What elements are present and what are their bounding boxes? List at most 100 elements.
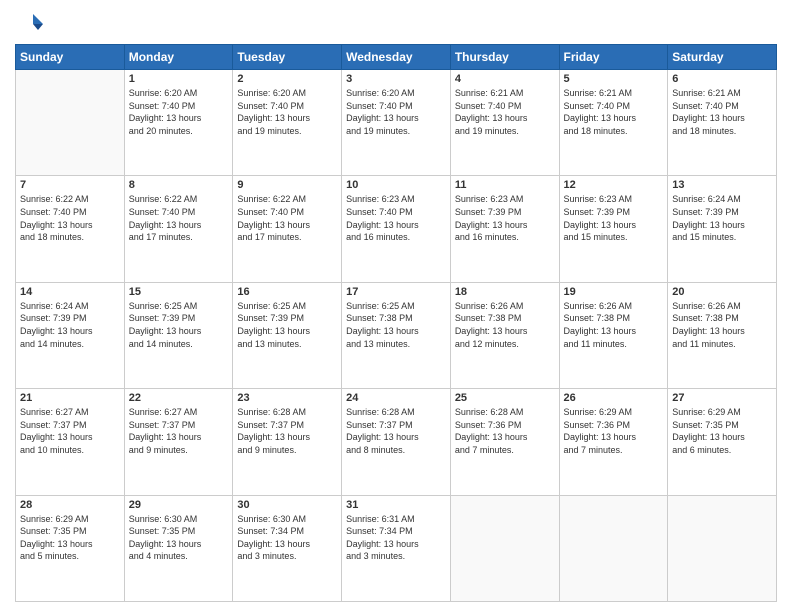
day-info: Sunrise: 6:22 AMSunset: 7:40 PMDaylight:…	[237, 193, 337, 243]
day-number: 26	[564, 392, 664, 404]
day-number: 19	[564, 286, 664, 298]
calendar-cell: 10 Sunrise: 6:23 AMSunset: 7:40 PMDayligh…	[342, 176, 451, 282]
calendar-cell: 26 Sunrise: 6:29 AMSunset: 7:36 PMDayligh…	[559, 389, 668, 495]
day-number: 12	[564, 179, 664, 191]
calendar-cell: 15 Sunrise: 6:25 AMSunset: 7:39 PMDayligh…	[124, 282, 233, 388]
week-row-0: 1 Sunrise: 6:20 AMSunset: 7:40 PMDaylight…	[16, 70, 777, 176]
day-info: Sunrise: 6:30 AMSunset: 7:35 PMDaylight:…	[129, 513, 229, 563]
day-info: Sunrise: 6:21 AMSunset: 7:40 PMDaylight:…	[564, 87, 664, 137]
week-row-3: 21 Sunrise: 6:27 AMSunset: 7:37 PMDayligh…	[16, 389, 777, 495]
day-number: 29	[129, 499, 229, 511]
day-number: 5	[564, 73, 664, 85]
calendar-cell: 31 Sunrise: 6:31 AMSunset: 7:34 PMDayligh…	[342, 495, 451, 601]
calendar-cell: 25 Sunrise: 6:28 AMSunset: 7:36 PMDayligh…	[450, 389, 559, 495]
day-number: 20	[672, 286, 772, 298]
calendar-cell: 13 Sunrise: 6:24 AMSunset: 7:39 PMDayligh…	[668, 176, 777, 282]
calendar-cell: 17 Sunrise: 6:25 AMSunset: 7:38 PMDayligh…	[342, 282, 451, 388]
day-number: 13	[672, 179, 772, 191]
day-number: 2	[237, 73, 337, 85]
calendar-cell: 14 Sunrise: 6:24 AMSunset: 7:39 PMDayligh…	[16, 282, 125, 388]
day-number: 1	[129, 73, 229, 85]
calendar-cell: 23 Sunrise: 6:28 AMSunset: 7:37 PMDayligh…	[233, 389, 342, 495]
week-row-1: 7 Sunrise: 6:22 AMSunset: 7:40 PMDaylight…	[16, 176, 777, 282]
calendar-cell: 6Sunrise: 6:21 AMSunset: 7:40 PMDaylight…	[668, 70, 777, 176]
calendar-cell: 3 Sunrise: 6:20 AMSunset: 7:40 PMDaylight…	[342, 70, 451, 176]
day-number: 14	[20, 286, 120, 298]
weekday-header-row: SundayMondayTuesdayWednesdayThursdayFrid…	[16, 45, 777, 70]
day-info: Sunrise: 6:27 AMSunset: 7:37 PMDaylight:…	[129, 406, 229, 456]
weekday-header-sunday: Sunday	[16, 45, 125, 70]
day-info: Sunrise: 6:20 AMSunset: 7:40 PMDaylight:…	[346, 87, 446, 137]
calendar-cell: 7 Sunrise: 6:22 AMSunset: 7:40 PMDaylight…	[16, 176, 125, 282]
day-info: Sunrise: 6:25 AMSunset: 7:39 PMDaylight:…	[237, 300, 337, 350]
day-number: 11	[455, 179, 555, 191]
day-number: 8	[129, 179, 229, 191]
calendar-cell: 21Sunrise: 6:27 AMSunset: 7:37 PMDayligh…	[16, 389, 125, 495]
day-info: Sunrise: 6:26 AMSunset: 7:38 PMDaylight:…	[455, 300, 555, 350]
day-number: 25	[455, 392, 555, 404]
day-number: 28	[20, 499, 120, 511]
day-number: 17	[346, 286, 446, 298]
day-number: 21	[20, 392, 120, 404]
day-number: 30	[237, 499, 337, 511]
day-number: 23	[237, 392, 337, 404]
weekday-header-friday: Friday	[559, 45, 668, 70]
day-number: 9	[237, 179, 337, 191]
day-info: Sunrise: 6:25 AMSunset: 7:39 PMDaylight:…	[129, 300, 229, 350]
calendar-cell: 11Sunrise: 6:23 AMSunset: 7:39 PMDayligh…	[450, 176, 559, 282]
calendar-cell	[668, 495, 777, 601]
day-info: Sunrise: 6:21 AMSunset: 7:40 PMDaylight:…	[672, 87, 772, 137]
day-info: Sunrise: 6:24 AMSunset: 7:39 PMDaylight:…	[672, 193, 772, 243]
day-number: 7	[20, 179, 120, 191]
day-number: 3	[346, 73, 446, 85]
day-info: Sunrise: 6:28 AMSunset: 7:37 PMDaylight:…	[237, 406, 337, 456]
day-number: 10	[346, 179, 446, 191]
day-info: Sunrise: 6:23 AMSunset: 7:40 PMDaylight:…	[346, 193, 446, 243]
day-info: Sunrise: 6:28 AMSunset: 7:36 PMDaylight:…	[455, 406, 555, 456]
day-info: Sunrise: 6:20 AMSunset: 7:40 PMDaylight:…	[129, 87, 229, 137]
weekday-header-tuesday: Tuesday	[233, 45, 342, 70]
weekday-header-saturday: Saturday	[668, 45, 777, 70]
weekday-header-thursday: Thursday	[450, 45, 559, 70]
weekday-header-monday: Monday	[124, 45, 233, 70]
day-info: Sunrise: 6:29 AMSunset: 7:36 PMDaylight:…	[564, 406, 664, 456]
calendar-cell: 18Sunrise: 6:26 AMSunset: 7:38 PMDayligh…	[450, 282, 559, 388]
calendar-cell: 28 Sunrise: 6:29 AMSunset: 7:35 PMDayligh…	[16, 495, 125, 601]
header	[15, 10, 777, 38]
day-info: Sunrise: 6:25 AMSunset: 7:38 PMDaylight:…	[346, 300, 446, 350]
day-info: Sunrise: 6:29 AMSunset: 7:35 PMDaylight:…	[20, 513, 120, 563]
day-info: Sunrise: 6:30 AMSunset: 7:34 PMDaylight:…	[237, 513, 337, 563]
calendar-cell: 22Sunrise: 6:27 AMSunset: 7:37 PMDayligh…	[124, 389, 233, 495]
page: SundayMondayTuesdayWednesdayThursdayFrid…	[0, 0, 792, 612]
logo-icon	[15, 10, 43, 38]
day-info: Sunrise: 6:28 AMSunset: 7:37 PMDaylight:…	[346, 406, 446, 456]
day-info: Sunrise: 6:26 AMSunset: 7:38 PMDaylight:…	[564, 300, 664, 350]
calendar-cell: 5 Sunrise: 6:21 AMSunset: 7:40 PMDaylight…	[559, 70, 668, 176]
calendar-cell: 9 Sunrise: 6:22 AMSunset: 7:40 PMDaylight…	[233, 176, 342, 282]
day-info: Sunrise: 6:24 AMSunset: 7:39 PMDaylight:…	[20, 300, 120, 350]
day-number: 16	[237, 286, 337, 298]
calendar-cell: 19 Sunrise: 6:26 AMSunset: 7:38 PMDayligh…	[559, 282, 668, 388]
logo	[15, 10, 47, 38]
calendar-table: SundayMondayTuesdayWednesdayThursdayFrid…	[15, 44, 777, 602]
calendar-cell: 20 Sunrise: 6:26 AMSunset: 7:38 PMDayligh…	[668, 282, 777, 388]
day-info: Sunrise: 6:22 AMSunset: 7:40 PMDaylight:…	[20, 193, 120, 243]
calendar-cell: 24Sunrise: 6:28 AMSunset: 7:37 PMDayligh…	[342, 389, 451, 495]
day-number: 4	[455, 73, 555, 85]
calendar-cell: 4 Sunrise: 6:21 AMSunset: 7:40 PMDaylight…	[450, 70, 559, 176]
day-info: Sunrise: 6:26 AMSunset: 7:38 PMDaylight:…	[672, 300, 772, 350]
day-info: Sunrise: 6:31 AMSunset: 7:34 PMDaylight:…	[346, 513, 446, 563]
calendar-cell	[16, 70, 125, 176]
calendar-cell: 29 Sunrise: 6:30 AMSunset: 7:35 PMDayligh…	[124, 495, 233, 601]
day-number: 15	[129, 286, 229, 298]
calendar-cell: 8 Sunrise: 6:22 AMSunset: 7:40 PMDaylight…	[124, 176, 233, 282]
day-info: Sunrise: 6:20 AMSunset: 7:40 PMDaylight:…	[237, 87, 337, 137]
day-number: 31	[346, 499, 446, 511]
day-info: Sunrise: 6:21 AMSunset: 7:40 PMDaylight:…	[455, 87, 555, 137]
calendar-cell	[559, 495, 668, 601]
day-info: Sunrise: 6:23 AMSunset: 7:39 PMDaylight:…	[564, 193, 664, 243]
weekday-header-wednesday: Wednesday	[342, 45, 451, 70]
calendar-cell: 2 Sunrise: 6:20 AMSunset: 7:40 PMDaylight…	[233, 70, 342, 176]
calendar-cell: 27Sunrise: 6:29 AMSunset: 7:35 PMDayligh…	[668, 389, 777, 495]
day-info: Sunrise: 6:22 AMSunset: 7:40 PMDaylight:…	[129, 193, 229, 243]
